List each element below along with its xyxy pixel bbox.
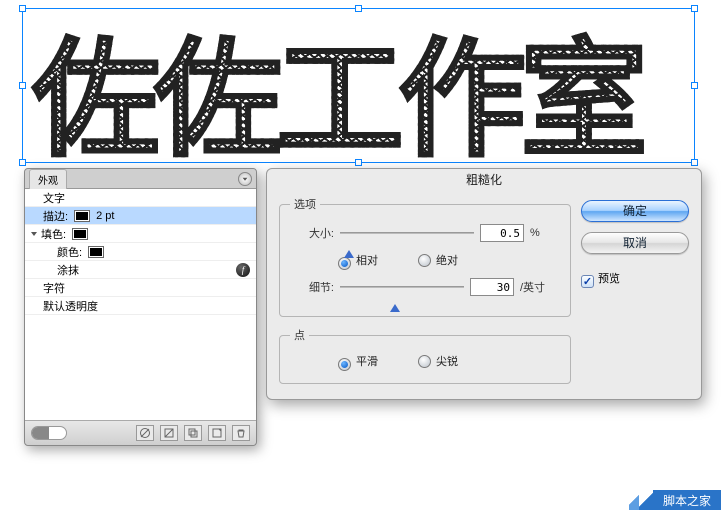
duplicate-button[interactable] [184, 425, 202, 441]
size-slider-thumb[interactable] [344, 250, 354, 258]
stroke-swatch[interactable] [74, 210, 90, 222]
appearance-row-opacity[interactable]: 默认透明度 [25, 297, 256, 315]
row-label: 填色: [41, 226, 66, 242]
detail-unit: /英寸 [520, 279, 560, 295]
disclosure-triangle-icon[interactable] [31, 232, 37, 236]
resize-handle[interactable] [19, 5, 26, 12]
radio-corner[interactable]: 尖锐 [418, 353, 458, 371]
preview-label: 预览 [598, 273, 620, 285]
row-label: 涂抹 [57, 262, 79, 278]
tab-appearance[interactable]: 外观 [29, 169, 67, 189]
effect-icon[interactable]: f [236, 263, 250, 277]
points-group: 点 平滑 尖锐 [279, 327, 571, 384]
row-label: 文字 [43, 190, 65, 206]
appearance-row-fill[interactable]: 填色: [25, 225, 256, 243]
resize-handle[interactable] [691, 82, 698, 89]
appearance-panel: 外观 文字 描边: 2 pt 填色: 颜色: 涂抹 f 字符 [24, 168, 257, 446]
canvas-area[interactable]: 佐佐工作室 [12, 8, 710, 163]
delete-button[interactable] [232, 425, 250, 441]
options-group: 选项 大小: % 相对 绝对 细节: [279, 196, 571, 317]
detail-label: 细节: [290, 279, 334, 295]
watermark-banner: 脚本之家 [629, 490, 721, 510]
preview-checkbox[interactable]: 预览 [581, 270, 689, 288]
radio-icon [338, 358, 351, 371]
radio-icon [338, 257, 351, 270]
detail-slider-thumb[interactable] [390, 304, 400, 312]
radio-icon [418, 254, 431, 267]
checkbox-icon [581, 275, 594, 288]
watermark-site: 脚本之家 [653, 490, 721, 510]
stroke-value: 2 pt [96, 210, 114, 222]
detail-slider[interactable] [340, 279, 464, 295]
resize-handle[interactable] [691, 159, 698, 166]
appearance-row-scribble[interactable]: 涂抹 f [25, 261, 256, 279]
points-legend: 点 [290, 327, 309, 343]
toggle-pill[interactable] [31, 426, 67, 440]
fill-swatch[interactable] [72, 228, 88, 240]
dialog-title: 粗糙化 [267, 169, 701, 188]
radio-icon [418, 355, 431, 368]
color-swatch[interactable] [88, 246, 104, 258]
clear-appearance-button[interactable] [160, 425, 178, 441]
artwork-text[interactable]: 佐佐工作室 [32, 0, 642, 181]
size-unit: % [530, 227, 560, 239]
size-mode-row: 相对 绝对 [290, 252, 560, 270]
new-button[interactable] [208, 425, 226, 441]
appearance-row-type[interactable]: 文字 [25, 189, 256, 207]
row-label: 字符 [43, 280, 65, 296]
row-label: 默认透明度 [43, 298, 98, 314]
radio-absolute[interactable]: 绝对 [418, 252, 458, 270]
size-label: 大小: [290, 225, 334, 241]
options-legend: 选项 [290, 196, 320, 212]
panel-tabbar: 外观 [25, 169, 256, 189]
resize-handle[interactable] [19, 159, 26, 166]
appearance-row-color[interactable]: 颜色: [25, 243, 256, 261]
appearance-row-stroke[interactable]: 描边: 2 pt [25, 207, 256, 225]
resize-handle[interactable] [19, 82, 26, 89]
roughen-dialog: 粗糙化 选项 大小: % 相对 绝对 细节: [266, 168, 702, 400]
appearance-list: 文字 描边: 2 pt 填色: 颜色: 涂抹 f 字符 默认透明度 [25, 189, 256, 421]
ok-button[interactable]: 确定 [581, 200, 689, 222]
cancel-button[interactable]: 取消 [581, 232, 689, 254]
points-row: 平滑 尖锐 [290, 353, 560, 371]
row-label: 描边: [43, 208, 68, 224]
appearance-row-character[interactable]: 字符 [25, 279, 256, 297]
size-slider[interactable] [340, 225, 474, 241]
radio-smooth[interactable]: 平滑 [338, 353, 378, 371]
no-stroke-button[interactable] [136, 425, 154, 441]
resize-handle[interactable] [691, 5, 698, 12]
row-label: 颜色: [57, 244, 82, 260]
appearance-footer [25, 421, 256, 445]
panel-menu-button[interactable] [238, 172, 252, 186]
